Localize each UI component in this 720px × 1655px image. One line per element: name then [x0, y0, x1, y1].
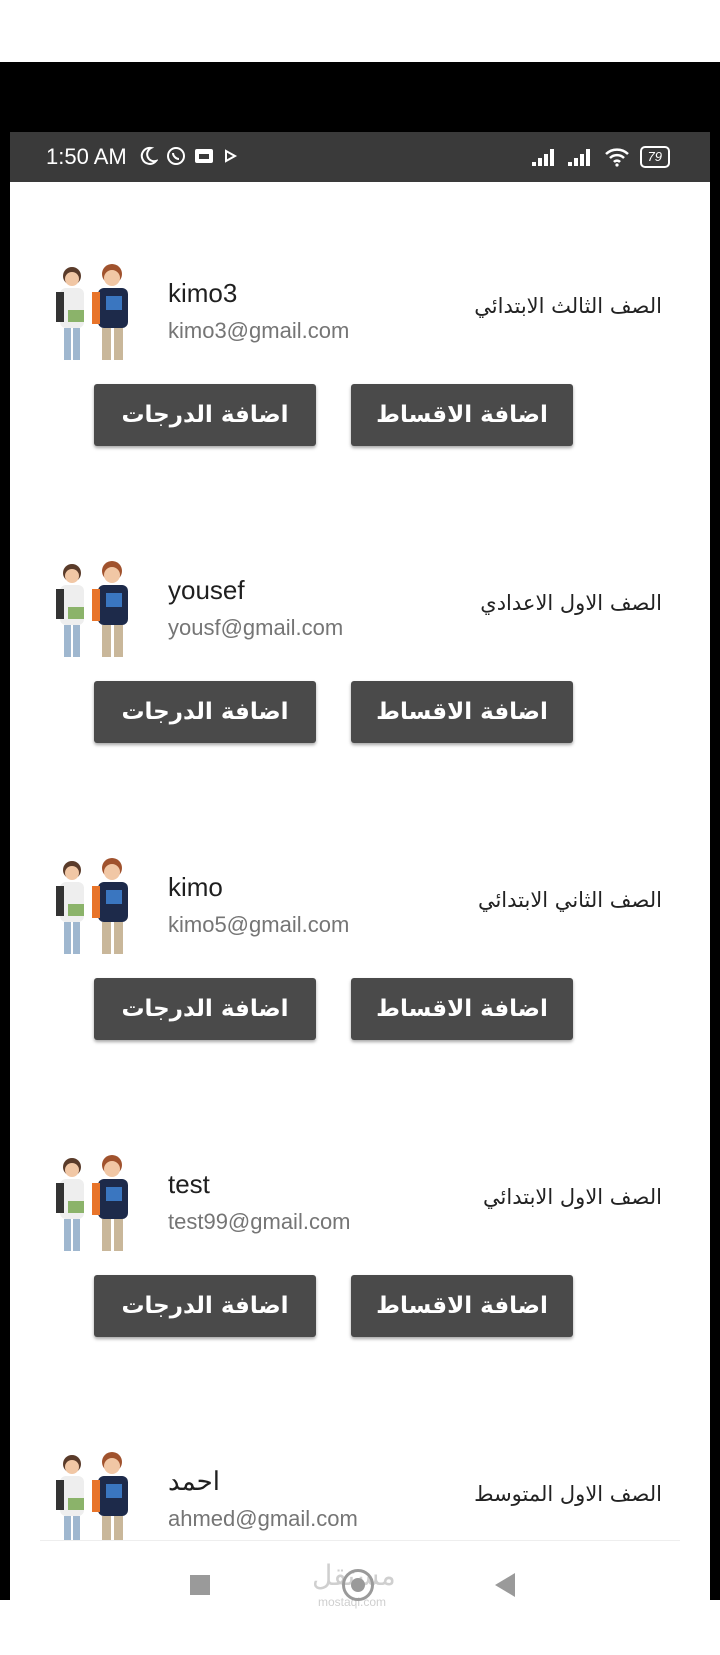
whatsapp-icon [167, 147, 185, 165]
status-bar: 1:50 AM 79 [10, 132, 710, 182]
add-grades-button[interactable]: اضافة الدرجات [94, 1275, 316, 1337]
student-grade: الصف الاول الاعدادي [480, 591, 662, 615]
add-installments-button[interactable]: اضافة الاقساط [351, 1275, 573, 1337]
play-icon [225, 149, 238, 163]
gallery-icon [195, 149, 213, 163]
battery-icon: 79 [639, 146, 670, 168]
add-installments-button[interactable]: اضافة الاقساط [351, 978, 573, 1040]
add-grades-button[interactable]: اضافة الدرجات [94, 384, 316, 446]
add-grades-button[interactable]: اضافة الدرجات [94, 978, 316, 1040]
student-name: kimo3 [168, 278, 238, 308]
phone-frame: 1:50 AM 79 kimo3 kimo3@gmail.com الصف ال… [0, 62, 720, 1655]
back-icon[interactable] [495, 1573, 515, 1597]
student-name: yousef [168, 575, 245, 605]
student-name: احمد [168, 1466, 220, 1496]
signal-icon [567, 149, 590, 166]
student-avatar [56, 561, 128, 657]
status-icons-right: 79 [531, 146, 670, 168]
navigation-bar: مستقل mostaql.com [40, 1540, 680, 1633]
student-card: yousef yousf@gmail.com الصف الاول الاعدا… [10, 559, 710, 809]
student-email: kimo5@gmail.com [168, 912, 350, 937]
student-grade: الصف الثالث الابتدائي [474, 294, 662, 318]
student-avatar [56, 1155, 128, 1251]
status-time: 1:50 AM [46, 144, 127, 169]
home-icon-dot [351, 1578, 365, 1592]
student-avatar [56, 1452, 128, 1548]
student-email: yousf@gmail.com [168, 615, 344, 640]
add-grades-button[interactable]: اضافة الدرجات [94, 681, 316, 743]
add-installments-button[interactable]: اضافة الاقساط [351, 681, 573, 743]
student-grade: الصف الاول الابتدائي [483, 1185, 662, 1209]
student-card: kimo kimo5@gmail.com الصف الثاني الابتدا… [10, 856, 710, 1106]
student-avatar [56, 264, 128, 360]
signal-icon [531, 149, 554, 166]
student-email: test99@gmail.com [168, 1209, 351, 1234]
recent-apps-icon[interactable] [190, 1575, 210, 1595]
app-screen: 1:50 AM 79 kimo3 kimo3@gmail.com الصف ال… [10, 132, 710, 1655]
status-icons-left [138, 146, 238, 166]
student-name: kimo [168, 872, 223, 902]
student-grade: الصف الثاني الابتدائي [477, 888, 662, 912]
moon-icon [140, 146, 158, 165]
wifi-icon [604, 148, 629, 167]
student-email: kimo3@gmail.com [168, 318, 350, 343]
home-icon[interactable] [342, 1569, 374, 1601]
student-grade: الصف الاول المتوسط [474, 1482, 662, 1506]
student-card: kimo3 kimo3@gmail.com الصف الثالث الابتد… [10, 262, 710, 512]
student-email: ahmed@gmail.com [168, 1506, 358, 1531]
student-name: test [168, 1169, 210, 1199]
student-card: test test99@gmail.com الصف الاول الابتدا… [10, 1153, 710, 1403]
student-avatar [56, 858, 128, 954]
add-installments-button[interactable]: اضافة الاقساط [351, 384, 573, 446]
